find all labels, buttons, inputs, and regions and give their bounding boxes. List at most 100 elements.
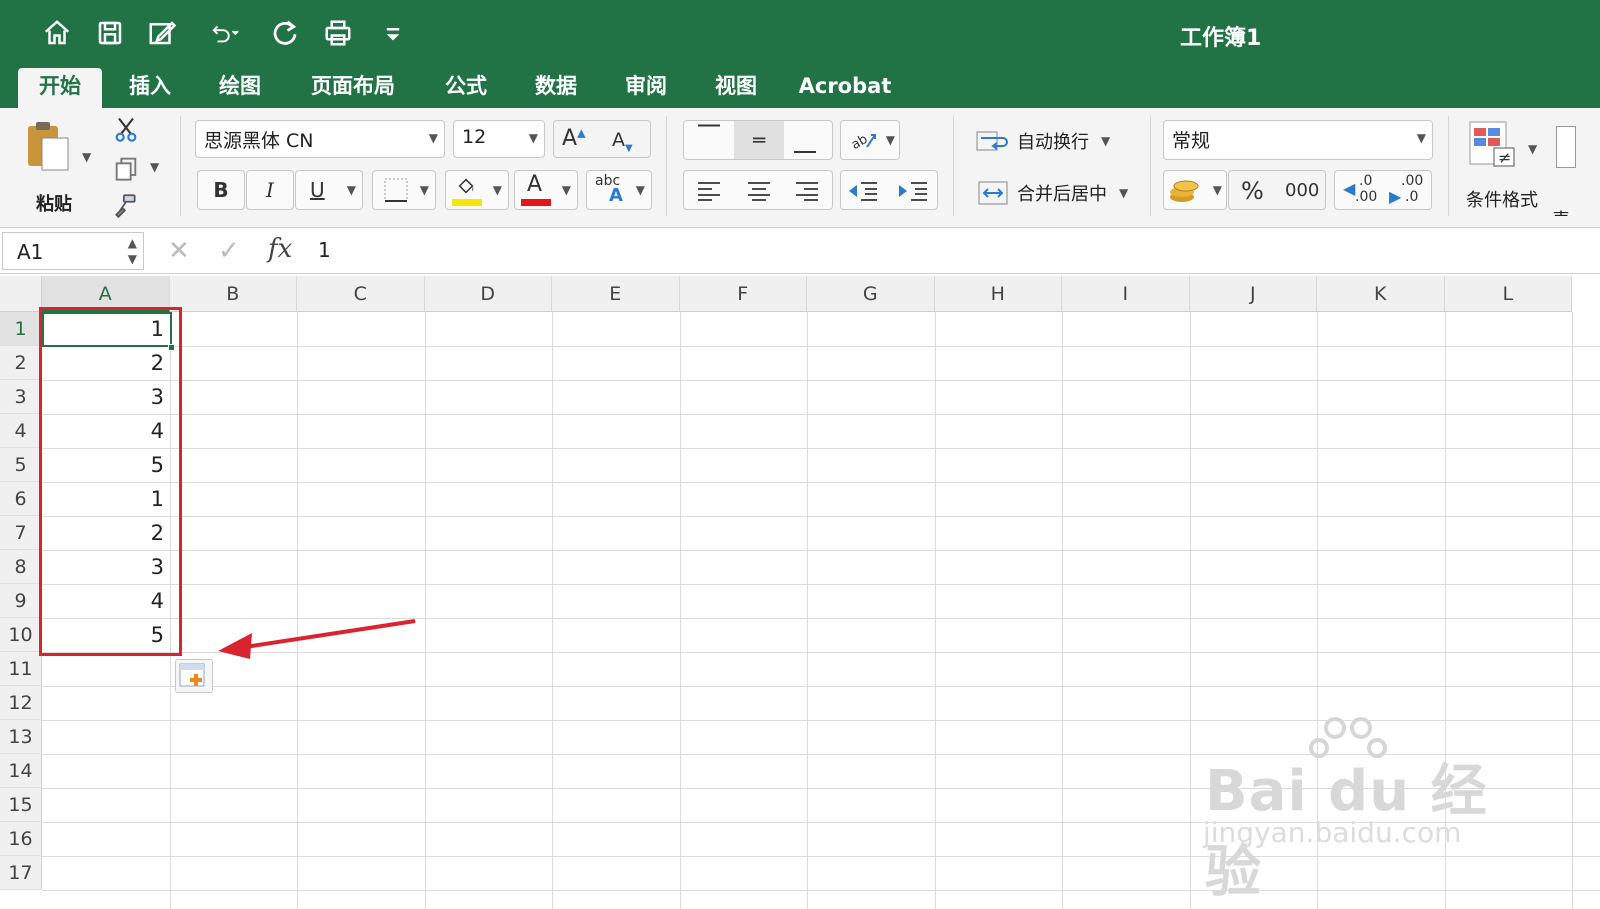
borders-button[interactable]: ▼ [372,170,436,210]
column-header-d[interactable]: D [424,276,552,312]
separator [180,116,181,216]
font-color-button[interactable]: A ▼ [514,170,578,210]
auto-fill-options-button[interactable] [175,659,213,693]
insert-function-button[interactable]: fx [268,234,292,264]
horizontal-align-group [683,170,833,210]
format-painter-icon[interactable] [112,192,142,220]
shrink-font-button[interactable]: A▼ [612,129,633,154]
customize-icon[interactable] [376,16,410,50]
home-icon[interactable] [40,16,74,50]
font-color-glyph: A [527,172,543,197]
column-header-j[interactable]: J [1189,276,1317,312]
decrease-decimal-button[interactable]: .00 ▶ .0 [1387,173,1429,209]
row-header-6[interactable]: 6 [0,482,42,516]
merge-center-button[interactable]: 合并后居中 ▼ [975,178,1145,210]
row-header-7[interactable]: 7 [0,516,42,550]
tab-review[interactable]: 审阅 [608,68,684,108]
tab-formulas[interactable]: 公式 [428,68,504,108]
separator [953,116,954,216]
name-box-stepper-icon[interactable]: ▲ ▼ [128,235,137,267]
column-header-i[interactable]: I [1062,276,1190,312]
confirm-icon[interactable]: ✓ [218,236,240,266]
align-left-icon[interactable] [696,180,722,202]
row-header-1[interactable]: 1 [0,312,42,346]
align-middle-icon[interactable]: ═ [734,121,784,159]
bold-button[interactable]: B [197,170,245,210]
tab-data[interactable]: 数据 [518,68,594,108]
name-box[interactable]: A1 ▲ ▼ [2,232,144,270]
column-header-l[interactable]: L [1444,276,1572,312]
column-header-k[interactable]: K [1317,276,1445,312]
percent-button[interactable]: % [1241,177,1264,205]
comma-button[interactable]: 000 [1285,180,1319,201]
align-right-icon[interactable] [794,180,820,202]
grid-line [1189,312,1191,909]
arrow-left-icon: ◀ [1343,179,1356,198]
wrap-text-button[interactable]: 自动换行 ▼ [975,126,1145,158]
font-name-dropdown[interactable]: 思源黑体 CN ▼ [195,120,445,158]
ribbon: ▼ 粘贴 ▼ 思源黑体 CN ▼ 12 ▼ A▲ A▼ B I U ▼ ▼ ▼ … [0,108,1600,228]
row-header-10[interactable]: 10 [0,618,42,652]
tab-draw[interactable]: 绘图 [202,68,278,108]
edit-icon[interactable] [145,16,179,50]
grid-line [1062,312,1063,909]
copy-icon[interactable]: ▼ [112,154,160,182]
column-header-c[interactable]: C [297,276,425,312]
row-header-8[interactable]: 8 [0,550,42,584]
column-header-h[interactable]: H [934,276,1062,312]
row-header-17[interactable]: 17 [0,856,42,890]
document-title: 工作簿1 [1180,26,1262,51]
red-arrow-annotation [218,619,416,659]
italic-button[interactable]: I [246,170,294,210]
increase-decimal-button[interactable]: .0 ◀ .00 [1341,173,1383,209]
cancel-icon[interactable]: ✕ [168,236,190,266]
row-header-15[interactable]: 15 [0,788,42,822]
row-header-3[interactable]: 3 [0,380,42,414]
decrease-indent-icon[interactable] [847,180,879,202]
phonetic-button[interactable]: abc A ▼ [586,170,652,210]
row-header-5[interactable]: 5 [0,448,42,482]
orientation-button[interactable]: ab ▼ [840,120,900,160]
formula-input[interactable]: 1 [318,238,331,262]
vertical-align-group: ⎺ ═ ⎽ [683,120,833,160]
grow-font-button[interactable]: A▲ [562,126,586,151]
row-header-16[interactable]: 16 [0,822,42,856]
conditional-format-button[interactable]: ≠ ▼ 条件格式 [1462,120,1546,216]
column-header-b[interactable]: B [169,276,297,312]
tab-acrobat[interactable]: Acrobat [795,68,895,108]
row-header-9[interactable]: 9 [0,584,42,618]
table-format-button[interactable]: 表 [1552,120,1600,216]
row-header-14[interactable]: 14 [0,754,42,788]
tab-insert[interactable]: 插入 [112,68,188,108]
tab-home[interactable]: 开始 [18,68,102,108]
save-icon[interactable] [93,16,127,50]
underline-button[interactable]: U ▼ [295,170,363,210]
row-header-4[interactable]: 4 [0,414,42,448]
paste-dropdown-icon[interactable]: ▼ [82,150,91,164]
row-header-12[interactable]: 12 [0,686,42,720]
print-icon[interactable] [321,16,355,50]
align-center-icon[interactable] [746,180,772,202]
cut-icon[interactable] [112,114,140,144]
undo-icon[interactable] [200,16,250,50]
font-size-dropdown[interactable]: 12 ▼ [453,120,545,158]
tab-view[interactable]: 视图 [698,68,774,108]
number-format-dropdown[interactable]: 常规 ▼ [1163,120,1433,160]
grid-line [42,516,1600,517]
column-header-e[interactable]: E [552,276,680,312]
column-header-g[interactable]: G [807,276,935,312]
fill-color-button[interactable]: ▼ [445,170,509,210]
row-header-2[interactable]: 2 [0,346,42,380]
accounting-format-button[interactable]: ▼ [1163,170,1227,210]
row-header-11[interactable]: 11 [0,652,42,686]
paste-button[interactable]: ▼ 粘贴 [20,118,91,215]
font-name-value: 思源黑体 CN [204,130,314,152]
increase-indent-icon[interactable] [897,180,929,202]
redo-icon[interactable] [268,16,302,50]
align-bottom-icon[interactable]: ⎽ [794,129,816,154]
column-header-f[interactable]: F [679,276,807,312]
row-header-13[interactable]: 13 [0,720,42,754]
select-all-corner[interactable] [0,276,42,312]
tab-page-layout[interactable]: 页面布局 [294,68,412,108]
align-top-icon[interactable]: ⎺ [698,123,720,148]
